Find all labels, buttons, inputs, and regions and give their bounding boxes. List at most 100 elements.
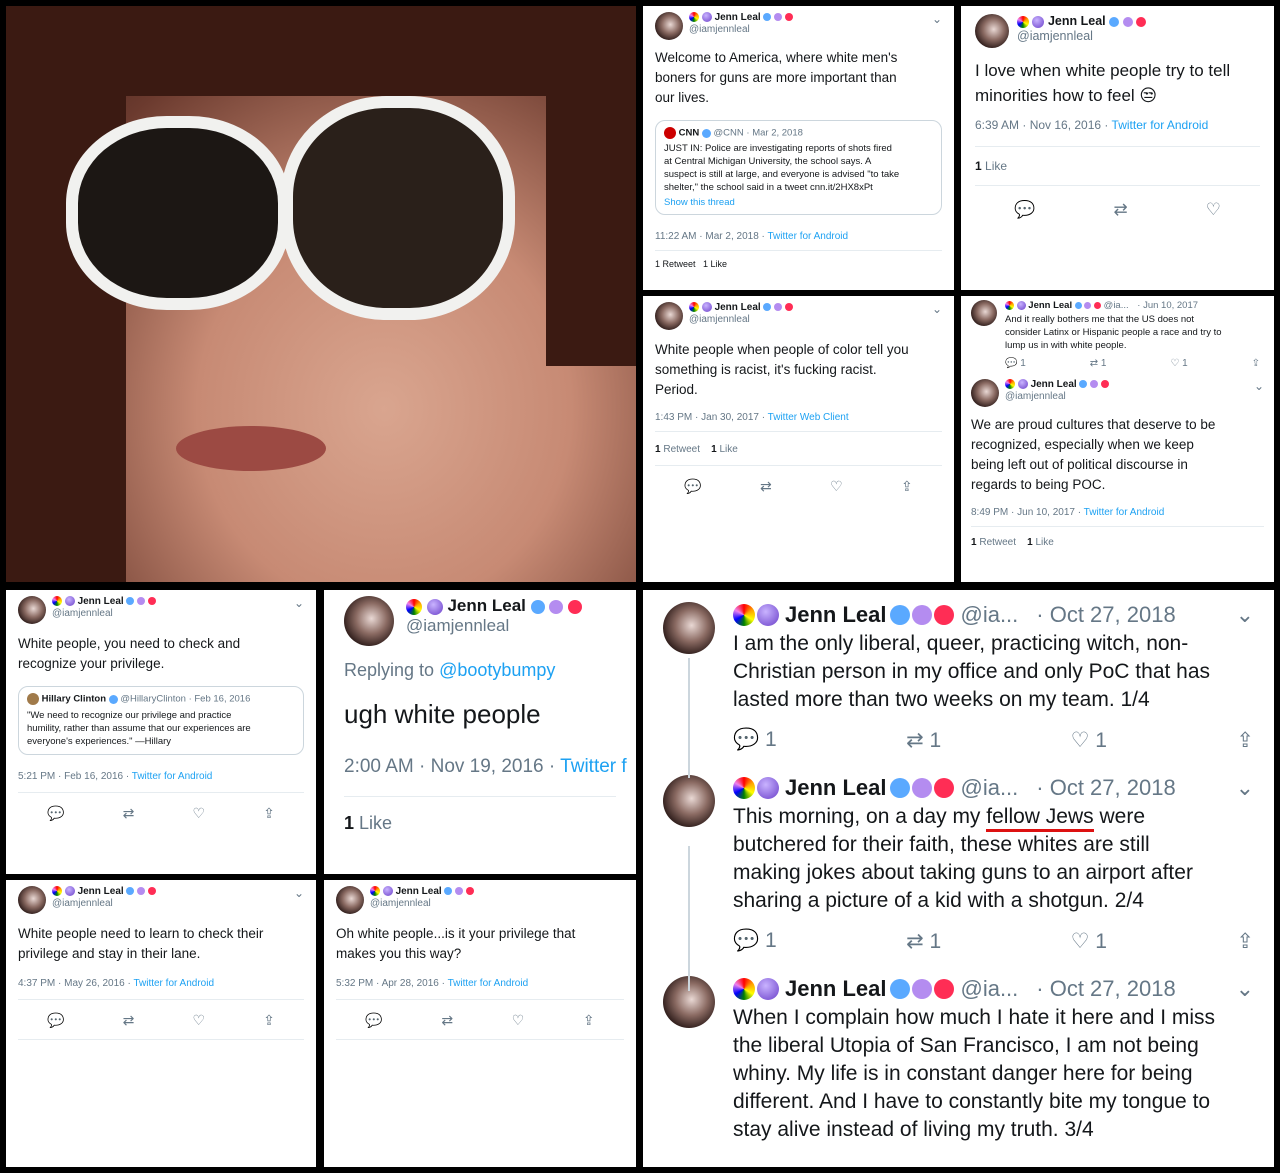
thread-tweet-1[interactable]: Jenn Leal @ia... · Oct 27, 2018 ⌄ I am t…: [663, 602, 1254, 753]
chevron-down-icon[interactable]: ⌄: [932, 302, 942, 316]
user-name[interactable]: Jenn Leal: [1048, 14, 1106, 28]
user-handle[interactable]: @iamjennleal: [1005, 391, 1066, 402]
reply-icon[interactable]: 💬 1: [733, 728, 777, 753]
reply-icon[interactable]: 💬: [47, 805, 64, 822]
user-name[interactable]: Jenn Leal: [1031, 379, 1077, 390]
share-icon[interactable]: ⇪: [1252, 358, 1260, 369]
retweet-icon[interactable]: ⇄: [1113, 200, 1127, 220]
like-icon[interactable]: ♡ 1: [1071, 728, 1107, 753]
chevron-down-icon[interactable]: ⌄: [1254, 379, 1264, 393]
avatar[interactable]: [663, 775, 715, 827]
share-icon[interactable]: ⇪: [583, 1012, 595, 1029]
user-handle[interactable]: @iamjennleal: [406, 616, 509, 635]
like-icon[interactable]: ♡: [1206, 200, 1221, 220]
chevron-down-icon[interactable]: ⌄: [294, 886, 304, 900]
retweet-icon[interactable]: ⇄ 1: [906, 929, 941, 954]
avatar[interactable]: [975, 14, 1009, 48]
avatar[interactable]: [336, 886, 364, 914]
share-icon[interactable]: ⇪: [263, 1012, 275, 1029]
tweet-client[interactable]: Twitter Web Client: [768, 412, 849, 423]
retweet-icon[interactable]: ⇄ 1: [906, 728, 941, 753]
retweet-icon[interactable]: ⇄: [760, 478, 772, 495]
user-name[interactable]: Jenn Leal: [396, 886, 442, 897]
user-handle[interactable]: @iamjennleal: [689, 314, 750, 325]
user-name[interactable]: Jenn Leal: [785, 976, 886, 1002]
user-name[interactable]: Jenn Leal: [715, 302, 761, 313]
purple-heart-icon: [912, 778, 933, 798]
user-name[interactable]: Jenn Leal: [78, 886, 124, 897]
avatar[interactable]: [344, 596, 394, 646]
chevron-down-icon[interactable]: ⌄: [1236, 775, 1254, 801]
tweet-client[interactable]: Twitter for Android: [133, 978, 214, 989]
retweet-icon[interactable]: ⇄ 1: [1090, 358, 1107, 369]
user-name[interactable]: Jenn Leal: [78, 596, 124, 607]
user-handle[interactable]: @ia...: [960, 775, 1018, 801]
like-icon[interactable]: ♡: [512, 1012, 525, 1029]
share-icon[interactable]: ⇪: [901, 478, 913, 495]
chevron-down-icon[interactable]: ⌄: [294, 596, 304, 610]
chevron-down-icon[interactable]: ⌄: [932, 12, 942, 26]
tweet-client[interactable]: Twitter for Android: [767, 231, 848, 242]
share-icon[interactable]: ⇪: [1236, 728, 1254, 753]
user-handle[interactable]: @ia...: [960, 976, 1018, 1002]
tweet-meta: 1:43 PM · Jan 30, 2017 · Twitter Web Cli…: [655, 412, 942, 423]
show-thread-link[interactable]: Show this thread: [664, 197, 933, 208]
user-handle[interactable]: @iamjennleal: [52, 608, 113, 619]
parent-tweet[interactable]: Jenn Leal @ia... · Jun 10, 2017 And it r…: [971, 300, 1264, 369]
tweet-likes: 1 Like: [344, 813, 393, 833]
replying-to: Replying to @bootybumpy: [344, 660, 556, 680]
user-name[interactable]: Jenn Leal: [785, 602, 886, 628]
reply-icon[interactable]: 💬: [1014, 200, 1035, 220]
reply-icon[interactable]: 💬 1: [1005, 358, 1026, 369]
retweet-icon[interactable]: ⇄: [441, 1012, 453, 1029]
purple-heart-icon: [1090, 380, 1099, 389]
like-icon[interactable]: ♡ 1: [1170, 358, 1187, 369]
user-handle[interactable]: @ia...: [960, 602, 1018, 628]
thread-tweet-3[interactable]: Jenn Leal @ia... · Oct 27, 2018 ⌄ When I…: [663, 976, 1254, 1144]
purple-heart-icon: [912, 605, 933, 625]
avatar[interactable]: [663, 602, 715, 654]
quote-source: Hillary Clinton: [41, 693, 107, 705]
avatar[interactable]: [971, 379, 999, 407]
tweet-client[interactable]: Twitter for Android: [1084, 507, 1165, 518]
share-icon[interactable]: ⇪: [263, 805, 275, 822]
chevron-down-icon[interactable]: ⌄: [1236, 976, 1254, 1002]
tweet-client[interactable]: Twitter for Android: [1112, 118, 1209, 132]
user-name[interactable]: Jenn Leal: [715, 12, 761, 23]
user-name[interactable]: Jenn Leal: [785, 775, 886, 801]
quoted-tweet[interactable]: CNN @CNN · Mar 2, 2018 JUST IN: Police a…: [655, 120, 942, 215]
tweet-client[interactable]: Twitter f: [560, 756, 627, 777]
reply-icon[interactable]: 💬 1: [733, 929, 777, 954]
retweet-icon[interactable]: ⇄: [123, 1012, 135, 1029]
user-name[interactable]: Jenn Leal: [447, 596, 525, 615]
user-handle[interactable]: @iamjennleal: [1017, 29, 1093, 43]
user-handle[interactable]: @iamjennleal: [52, 898, 113, 909]
quoted-tweet[interactable]: Hillary Clinton @HillaryClinton · Feb 16…: [18, 686, 304, 755]
tweet-client[interactable]: Twitter for Android: [132, 771, 213, 782]
avatar[interactable]: [18, 596, 46, 624]
reply-icon[interactable]: 💬: [684, 478, 701, 495]
blue-heart-icon: [763, 13, 772, 22]
thread-tweet-2[interactable]: Jenn Leal @ia... · Oct 27, 2018 ⌄ This m…: [663, 775, 1254, 954]
user-handle[interactable]: @iamjennleal: [370, 898, 431, 909]
reply-target-link[interactable]: @bootybumpy: [439, 660, 555, 680]
avatar[interactable]: [971, 300, 997, 326]
avatar[interactable]: [18, 886, 46, 914]
like-icon[interactable]: ♡: [830, 478, 843, 495]
reply-icon[interactable]: 💬: [365, 1012, 382, 1029]
like-icon[interactable]: ♡: [192, 805, 205, 822]
reply-icon[interactable]: 💬: [47, 1012, 64, 1029]
red-heart-icon: [785, 303, 794, 312]
like-icon[interactable]: ♡ 1: [1071, 929, 1107, 954]
retweet-icon[interactable]: ⇄: [123, 805, 135, 822]
share-icon[interactable]: ⇪: [1236, 929, 1254, 954]
tweet-stay-in-lane: Jenn Leal @iamjennleal ⌄ White people ne…: [6, 880, 316, 1167]
quote-avatar: [27, 693, 39, 705]
tweet-thread-panel: Jenn Leal @ia... · Oct 27, 2018 ⌄ I am t…: [643, 590, 1274, 1167]
avatar[interactable]: [655, 12, 683, 40]
avatar[interactable]: [655, 302, 683, 330]
like-icon[interactable]: ♡: [192, 1012, 205, 1029]
tweet-client[interactable]: Twitter for Android: [448, 978, 529, 989]
chevron-down-icon[interactable]: ⌄: [1236, 602, 1254, 628]
user-handle[interactable]: @iamjennleal: [689, 24, 750, 35]
